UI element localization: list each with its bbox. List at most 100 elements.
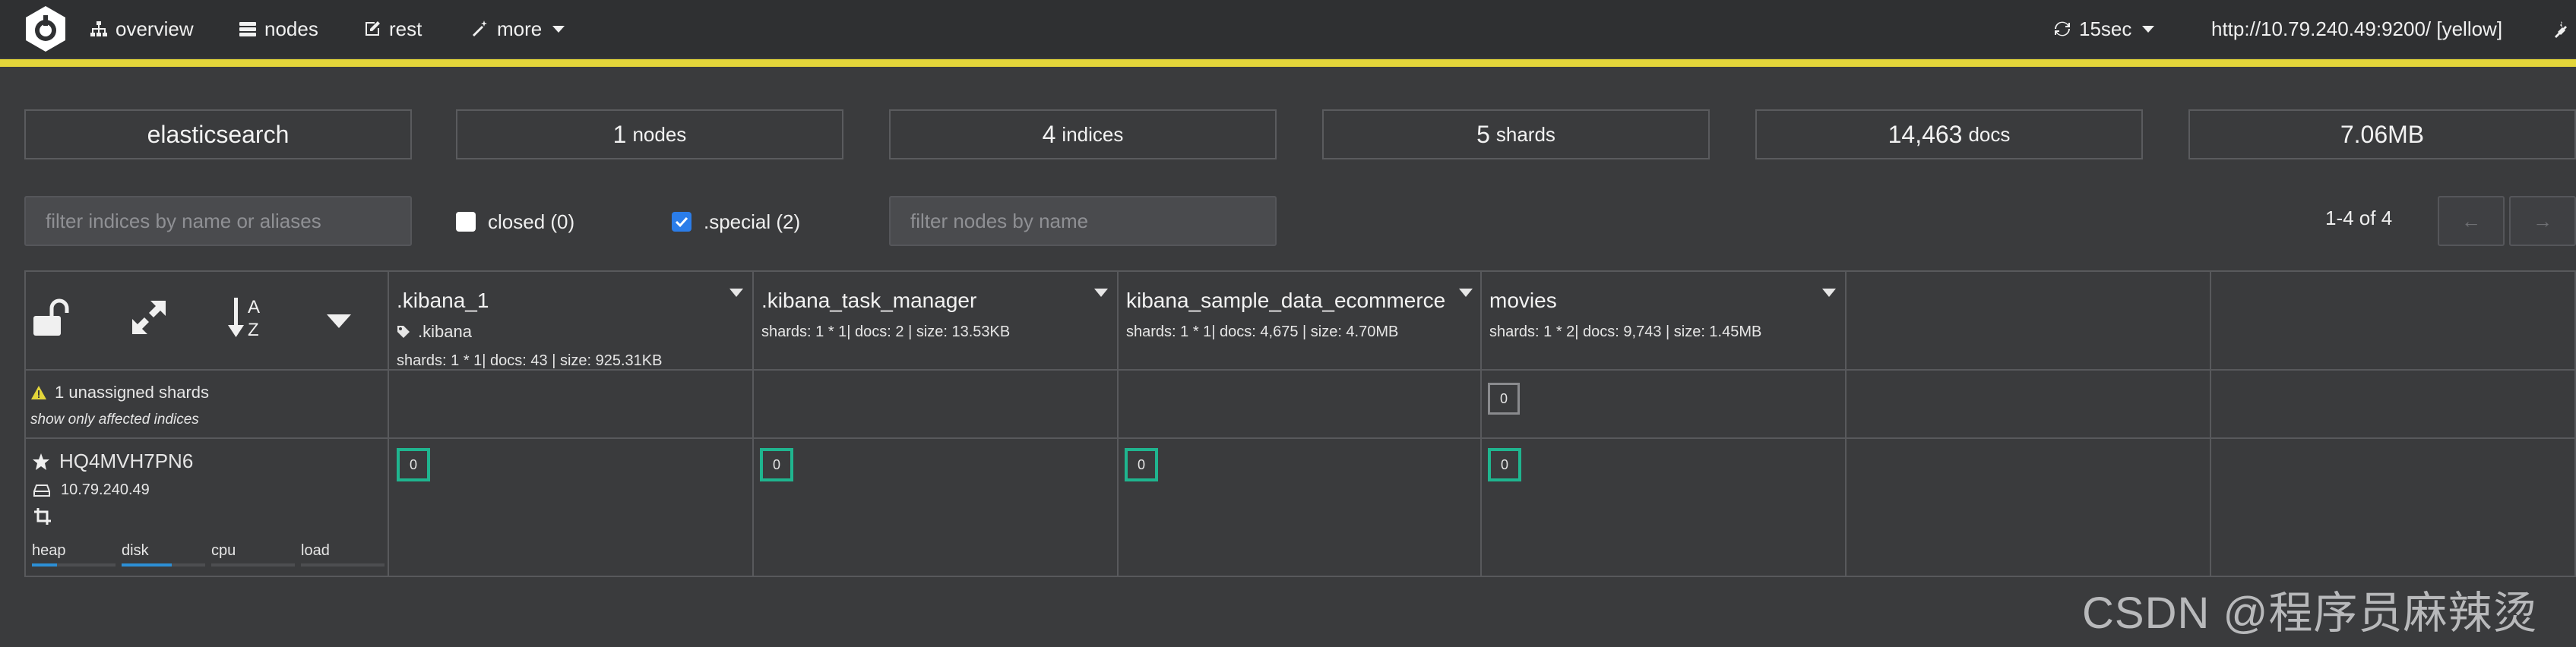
grid-line <box>1117 270 1119 577</box>
heap-bar <box>32 563 116 567</box>
svg-text:Z: Z <box>248 320 259 340</box>
disk-fill <box>122 563 172 567</box>
caret-down-icon[interactable] <box>1822 289 1836 297</box>
grid-line <box>24 270 2576 272</box>
index-name[interactable]: movies <box>1489 289 1843 313</box>
plug-icon <box>2555 21 2567 38</box>
nav-overview-label: overview <box>116 17 194 40</box>
cluster-url[interactable]: http://10.79.240.49:9200/ [yellow] <box>2211 15 2502 43</box>
node-ip-row: 10.79.240.49 <box>33 481 150 499</box>
caret-down-icon <box>2142 25 2155 33</box>
node-name[interactable]: HQ4MVH7PN6 <box>59 450 193 473</box>
closed-checkbox[interactable]: closed (0) <box>456 207 574 237</box>
check-icon <box>675 216 688 228</box>
index-name[interactable]: .kibana_task_manager <box>761 289 1116 313</box>
grid-line <box>388 270 389 577</box>
prev-arrow-icon: ← <box>2461 209 2481 232</box>
master-star-icon <box>33 453 49 470</box>
grid-line <box>1480 270 1482 577</box>
index-header[interactable]: movies shards: 1 * 2| docs: 9,743 | size… <box>1483 278 1843 369</box>
edit-icon <box>366 21 380 36</box>
caret-down-icon[interactable] <box>729 289 743 297</box>
total-size: 7.06MB <box>2340 120 2425 148</box>
closed-label: closed (0) <box>488 210 575 233</box>
stat-docs: 14,463 docs <box>1755 109 2143 159</box>
filter-nodes-input[interactable]: filter nodes by name <box>889 196 1277 246</box>
nav-nodes[interactable]: nodes <box>239 15 318 43</box>
indices-unit: indices <box>1062 122 1124 146</box>
special-checkbox[interactable]: .special (2) <box>672 207 800 237</box>
nodes-count: 1 <box>612 120 627 148</box>
index-alias: .kibana <box>397 322 751 342</box>
cluster-health-bar <box>0 59 2576 67</box>
server-icon <box>239 22 256 36</box>
indices-count: 4 <box>1042 120 1056 148</box>
index-stats: shards: 1 * 1| docs: 2 | size: 13.53KB <box>761 324 1011 340</box>
stat-indices: 4 indices <box>889 109 1277 159</box>
sort-alpha-icon[interactable]: A Z <box>225 293 274 342</box>
expand-icon[interactable] <box>128 296 170 339</box>
watermark: CSDN @程序员麻辣烫 <box>2082 589 2538 638</box>
filter-indices-input[interactable]: filter indices by name or aliases <box>24 196 412 246</box>
disconnect-button[interactable] <box>2550 15 2568 43</box>
nav-more[interactable]: more <box>471 15 565 43</box>
nodes-unit: nodes <box>632 122 687 146</box>
load-label: load <box>301 542 330 559</box>
index-header[interactable]: kibana_sample_data_ecommerce shards: 1 *… <box>1120 278 1480 369</box>
index-header[interactable]: .kibana_1 .kibana shards: 1 * 1| docs: 4… <box>391 278 751 369</box>
next-page-button[interactable]: → <box>2509 196 2576 246</box>
nav-overview[interactable]: overview <box>90 15 194 43</box>
cpu-label: cpu <box>211 542 236 559</box>
grid-line <box>24 437 2576 439</box>
caret-down-icon[interactable] <box>1459 289 1473 297</box>
grid-line <box>2210 270 2211 577</box>
next-arrow-icon: → <box>2533 209 2552 232</box>
nav-nodes-label: nodes <box>264 17 318 40</box>
primary-shard[interactable]: 0 <box>1488 448 1521 481</box>
nav-rest-label: rest <box>389 17 422 40</box>
closed-checkbox-box[interactable] <box>456 212 476 232</box>
primary-shard[interactable]: 0 <box>397 448 430 481</box>
caret-down-icon[interactable] <box>1094 289 1108 297</box>
cluster-overview-table: A Z .kibana_1 .kibana shards: 1 * 1| doc… <box>24 270 2576 577</box>
cpu-bar <box>211 563 295 567</box>
index-stats: shards: 1 * 2| docs: 9,743 | size: 1.45M… <box>1489 324 1762 340</box>
nav-rest[interactable]: rest <box>363 15 422 43</box>
refresh-interval-label: 15sec <box>2079 17 2132 40</box>
caret-down-icon[interactable] <box>327 314 351 328</box>
filter-nodes-placeholder: filter nodes by name <box>910 209 1089 232</box>
filter-indices-placeholder: filter indices by name or aliases <box>46 209 321 232</box>
crop-icon[interactable] <box>33 507 52 525</box>
top-navbar: overview nodes rest more 15sec http://10… <box>0 0 2576 58</box>
refresh-icon <box>2055 21 2070 36</box>
unassigned-shard[interactable]: 0 <box>1488 383 1520 415</box>
unassigned-shards-text: 1 unassigned shards <box>55 383 210 402</box>
unassigned-shards-info: 1 unassigned shards <box>30 383 209 402</box>
special-label: .special (2) <box>704 210 801 233</box>
index-header[interactable]: .kibana_task_manager shards: 1 * 1| docs… <box>755 278 1116 369</box>
unlock-icon[interactable] <box>29 296 71 339</box>
node-ip: 10.79.240.49 <box>61 481 150 498</box>
index-name[interactable]: .kibana_1 <box>397 289 751 313</box>
heap-label: heap <box>32 542 66 559</box>
nav-more-label: more <box>497 17 543 40</box>
svg-text:A: A <box>248 297 260 317</box>
index-stats: shards: 1 * 1| docs: 4,675 | size: 4.70M… <box>1126 324 1399 340</box>
show-affected-indices-link[interactable]: show only affected indices <box>30 412 199 428</box>
index-name[interactable]: kibana_sample_data_ecommerce <box>1126 289 1480 313</box>
prev-page-button[interactable]: ← <box>2438 196 2505 246</box>
grid-line <box>24 270 26 577</box>
cerebro-logo-icon[interactable] <box>21 5 70 53</box>
refresh-interval-dropdown[interactable]: 15sec <box>2053 15 2155 43</box>
stat-size: 7.06MB <box>2188 109 2576 159</box>
node-name-row[interactable]: HQ4MVH7PN6 <box>32 450 193 473</box>
primary-shard[interactable]: 0 <box>1125 448 1158 481</box>
load-bar <box>301 563 385 567</box>
docs-unit: docs <box>1968 122 2011 146</box>
primary-shard[interactable]: 0 <box>760 448 793 481</box>
hdd-icon <box>33 484 50 497</box>
tag-icon <box>397 326 410 338</box>
shards-unit: shards <box>1495 122 1555 146</box>
grid-line <box>752 270 754 577</box>
special-checkbox-box[interactable] <box>672 212 691 232</box>
